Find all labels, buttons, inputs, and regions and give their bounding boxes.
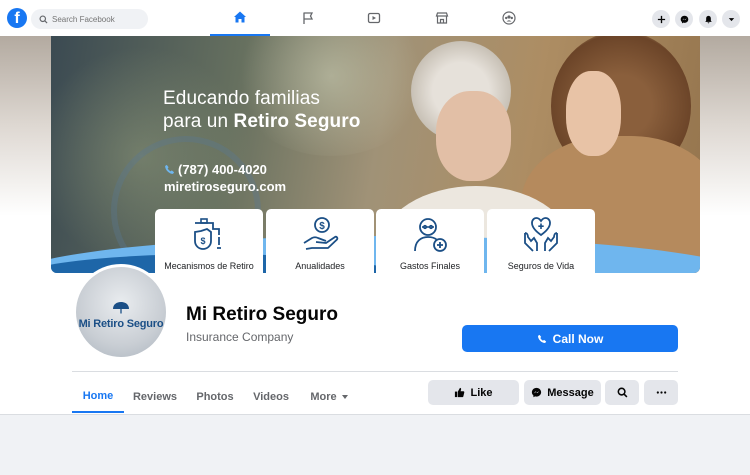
chevron-down-icon bbox=[728, 17, 734, 21]
service-label: Seguros de Vida bbox=[507, 261, 575, 271]
piggy-bank-faucet-icon: $ bbox=[194, 218, 221, 250]
ellipsis-icon bbox=[656, 391, 666, 394]
call-now-button[interactable]: Call Now bbox=[462, 325, 678, 352]
service-label: Mecanismos de Retiro bbox=[164, 261, 254, 271]
nav-tab-groups[interactable] bbox=[479, 0, 539, 36]
tab-label: Photos bbox=[196, 390, 234, 403]
more-options-button[interactable] bbox=[644, 380, 678, 405]
hands-heart-icon bbox=[524, 217, 558, 252]
avatar-logo-text: Mi Retiro Seguro bbox=[78, 318, 164, 330]
facebook-logo-icon[interactable]: f bbox=[7, 8, 27, 28]
page-category[interactable]: Insurance Company bbox=[186, 330, 293, 344]
cover-website: miretiroseguro.com bbox=[164, 179, 287, 194]
caret-down-icon bbox=[341, 394, 348, 399]
create-button[interactable] bbox=[652, 10, 670, 28]
call-now-label: Call Now bbox=[552, 331, 604, 346]
svg-text:$: $ bbox=[319, 221, 325, 232]
search-input[interactable] bbox=[52, 14, 142, 24]
like-button[interactable]: Like bbox=[428, 380, 519, 405]
flag-icon bbox=[303, 12, 314, 24]
tab-label: Reviews bbox=[132, 390, 178, 403]
content-separator bbox=[0, 414, 750, 415]
top-nav-bar: f bbox=[0, 0, 750, 36]
store-icon bbox=[435, 12, 449, 24]
cover-headline: Educando familias para un Retiro Seguro bbox=[163, 87, 360, 133]
headline-line-1: Educando familias bbox=[163, 88, 320, 109]
like-label: Like bbox=[470, 386, 493, 399]
messenger-button[interactable] bbox=[675, 10, 693, 28]
page-name: Mi Retiro Seguro bbox=[186, 304, 339, 325]
search-box[interactable] bbox=[31, 9, 148, 29]
tab-home[interactable]: Home bbox=[72, 380, 124, 413]
message-button[interactable]: Message bbox=[524, 380, 601, 405]
nav-tab-pages[interactable] bbox=[278, 0, 338, 36]
headline-bold: Retiro Seguro bbox=[233, 111, 361, 132]
phone-icon bbox=[165, 164, 175, 174]
service-card-anualidades: $ Anualidades bbox=[266, 209, 374, 273]
notifications-button[interactable] bbox=[699, 10, 717, 28]
nav-tab-marketplace[interactable] bbox=[412, 0, 472, 36]
service-card-gastos: Gastos Finales bbox=[376, 209, 484, 273]
profile-picture[interactable]: Mi Retiro Seguro bbox=[73, 264, 169, 360]
headline-prefix: para un bbox=[163, 111, 234, 132]
tab-label: Home bbox=[82, 389, 114, 402]
home-icon bbox=[234, 11, 246, 23]
messenger-icon bbox=[680, 15, 688, 23]
plus-icon bbox=[657, 15, 665, 23]
phone-number: (787) 400-4020 bbox=[178, 162, 267, 177]
search-icon bbox=[39, 14, 48, 24]
service-card-retiro: $ Mecanismos de Retiro bbox=[155, 209, 263, 273]
search-page-button[interactable] bbox=[605, 380, 639, 405]
thumbs-up-icon bbox=[455, 387, 465, 398]
hand-coin-icon: $ bbox=[303, 217, 339, 250]
bell-icon bbox=[704, 15, 712, 23]
svg-text:$: $ bbox=[200, 236, 205, 246]
tab-reviews[interactable]: Reviews bbox=[128, 380, 182, 413]
account-menu-button[interactable] bbox=[722, 10, 740, 28]
tab-videos[interactable]: Videos bbox=[246, 380, 296, 413]
elder-plus-icon bbox=[414, 218, 447, 252]
service-card-seguros: Seguros de Vida bbox=[487, 209, 595, 273]
headline-line-2: para un Retiro Seguro bbox=[163, 110, 360, 133]
service-label: Gastos Finales bbox=[399, 261, 461, 271]
search-icon bbox=[617, 387, 627, 398]
messenger-icon bbox=[532, 387, 542, 398]
video-icon bbox=[367, 12, 381, 24]
groups-icon bbox=[502, 11, 516, 25]
nav-tab-home[interactable] bbox=[210, 0, 270, 36]
tab-label: Videos bbox=[253, 390, 289, 403]
tab-label: More bbox=[310, 390, 337, 403]
phone-icon bbox=[537, 334, 546, 343]
umbrella-icon bbox=[113, 302, 129, 314]
nav-tab-watch[interactable] bbox=[344, 0, 404, 36]
message-label: Message bbox=[547, 386, 594, 399]
cover-photo[interactable]: Educando familias para un Retiro Seguro … bbox=[51, 36, 700, 273]
service-label: Anualidades bbox=[295, 261, 345, 271]
tab-photos[interactable]: Photos bbox=[190, 380, 240, 413]
tab-more[interactable]: More bbox=[303, 380, 355, 413]
cover-phone: (787) 400-4020 bbox=[164, 162, 267, 177]
header-divider bbox=[72, 371, 678, 372]
